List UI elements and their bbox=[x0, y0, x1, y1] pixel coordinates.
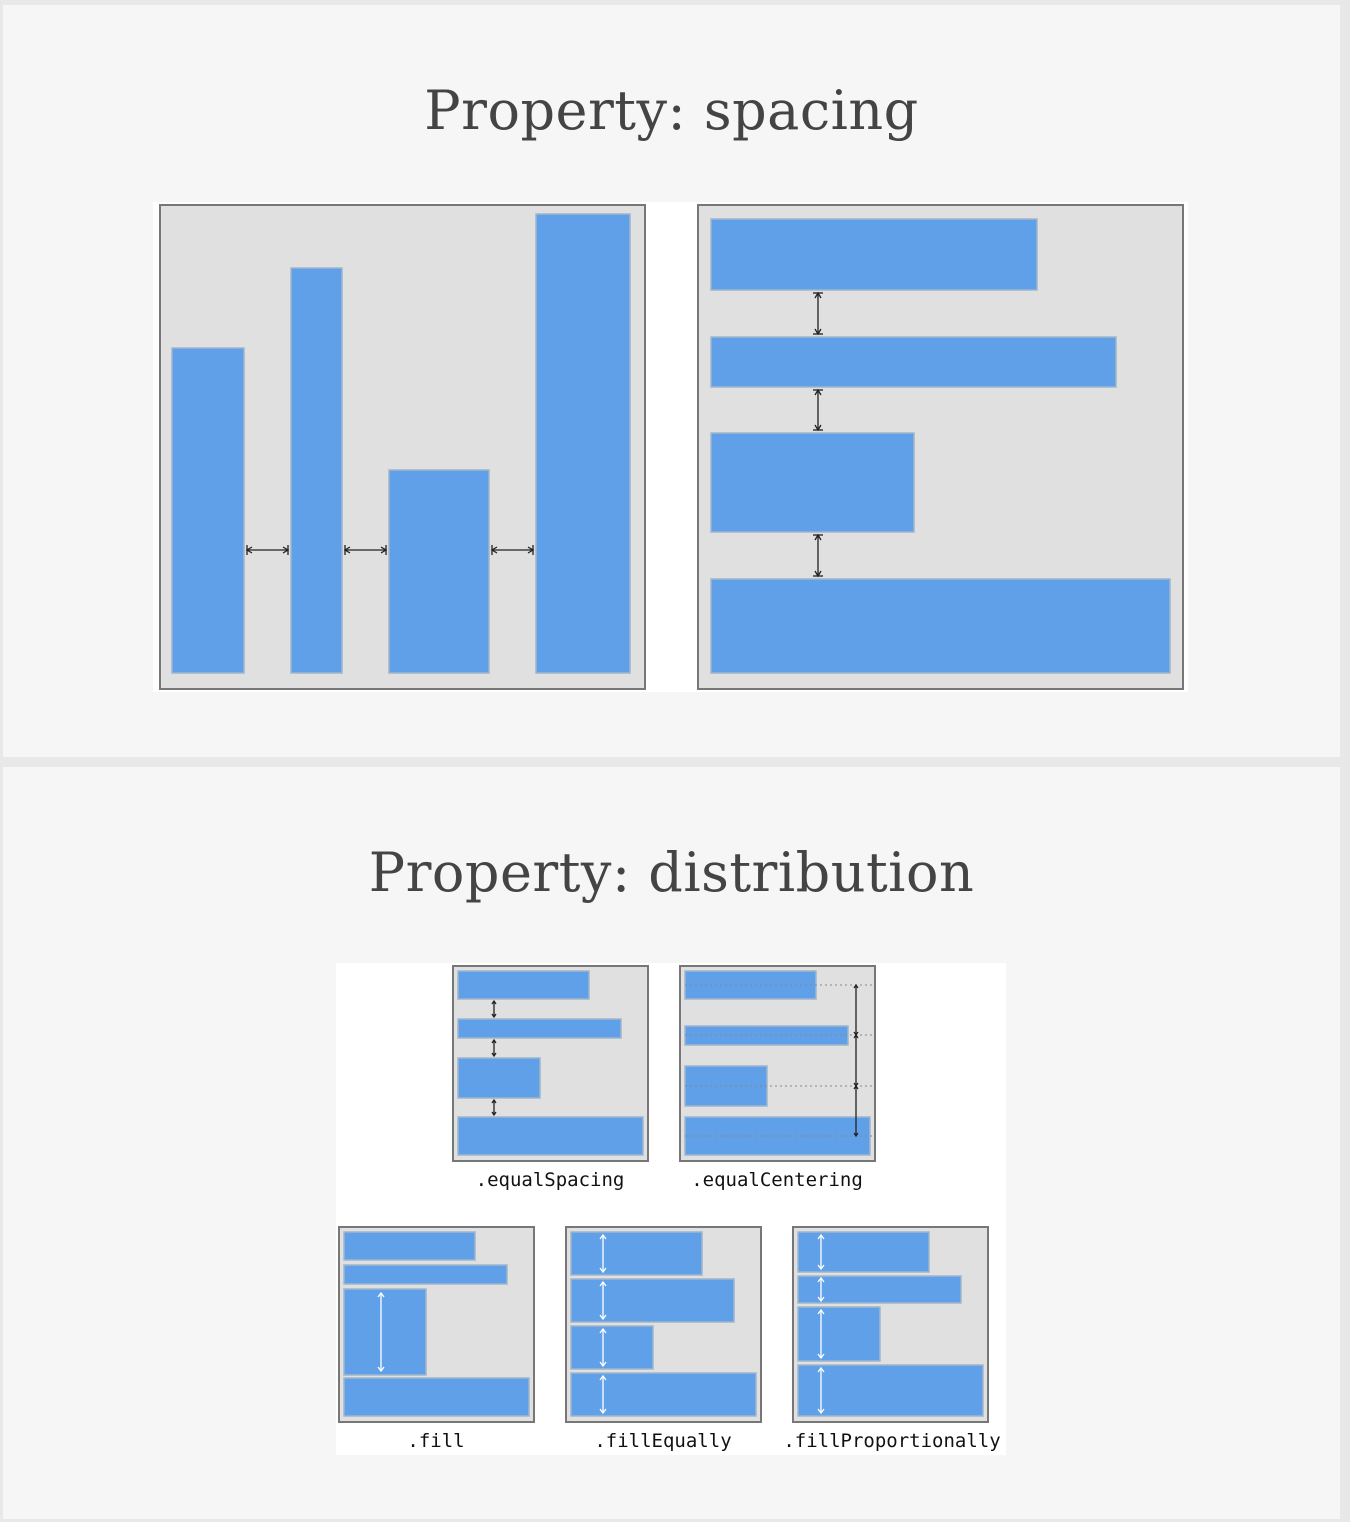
fill-equally-bar-4 bbox=[570, 1372, 757, 1417]
fill-equally-panel: .fillEqually bbox=[565, 1226, 762, 1452]
fill-bar-3 bbox=[343, 1288, 427, 1376]
horizontal-bar-3 bbox=[388, 469, 490, 674]
equal-spacing-bar-4 bbox=[457, 1116, 644, 1156]
equal-spacing-bar-3 bbox=[457, 1057, 541, 1099]
equal-centering-label: .equalCentering bbox=[691, 1169, 863, 1191]
fill-bar-2 bbox=[343, 1264, 508, 1285]
fill-equally-bar-2 bbox=[570, 1278, 735, 1323]
fill-panel: .fill bbox=[338, 1226, 535, 1452]
fill-equally-label: .fillEqually bbox=[594, 1430, 731, 1452]
fill-proportionally-panel: .fillProportionally bbox=[783, 1226, 1001, 1452]
fill-bar-4 bbox=[343, 1377, 530, 1417]
equal-spacing-panel: .equalSpacing bbox=[452, 965, 649, 1191]
fill-equally-bar-3 bbox=[570, 1325, 654, 1370]
horizontal-stack-panel bbox=[159, 204, 646, 690]
fill-proportionally-bar-3 bbox=[797, 1306, 881, 1362]
fill-proportionally-bar-4 bbox=[797, 1364, 984, 1417]
vertical-bar-4 bbox=[710, 578, 1171, 674]
vertical-bar-2 bbox=[710, 336, 1117, 388]
equal-spacing-bar-1 bbox=[457, 970, 590, 1000]
fill-bar-1 bbox=[343, 1231, 476, 1261]
slide-distribution: Property: distribution .equalSpacing .eq… bbox=[3, 767, 1340, 1519]
fill-label: .fill bbox=[407, 1430, 464, 1452]
distribution-diagram: .equalSpacing .equalCentering .fill .fil… bbox=[336, 963, 1006, 1455]
equal-spacing-label: .equalSpacing bbox=[476, 1169, 625, 1191]
horizontal-bar-4 bbox=[535, 213, 631, 674]
equal-centering-panel: .equalCentering bbox=[679, 965, 876, 1191]
fill-proportionally-label: .fillProportionally bbox=[783, 1430, 1000, 1452]
vertical-bar-3 bbox=[710, 432, 915, 533]
equal-centering-bar-4 bbox=[684, 1116, 871, 1156]
horizontal-bar-2 bbox=[290, 267, 343, 674]
vertical-bar-1 bbox=[710, 218, 1038, 291]
vertical-stack-panel bbox=[697, 204, 1184, 690]
horizontal-bar-1 bbox=[171, 347, 245, 674]
fill-equally-bar-1 bbox=[570, 1231, 703, 1276]
equal-spacing-bar-2 bbox=[457, 1018, 622, 1039]
spacing-diagram bbox=[153, 202, 1188, 692]
slide-spacing: Property: spacing bbox=[3, 5, 1340, 757]
fill-proportionally-bar-1 bbox=[797, 1231, 930, 1273]
